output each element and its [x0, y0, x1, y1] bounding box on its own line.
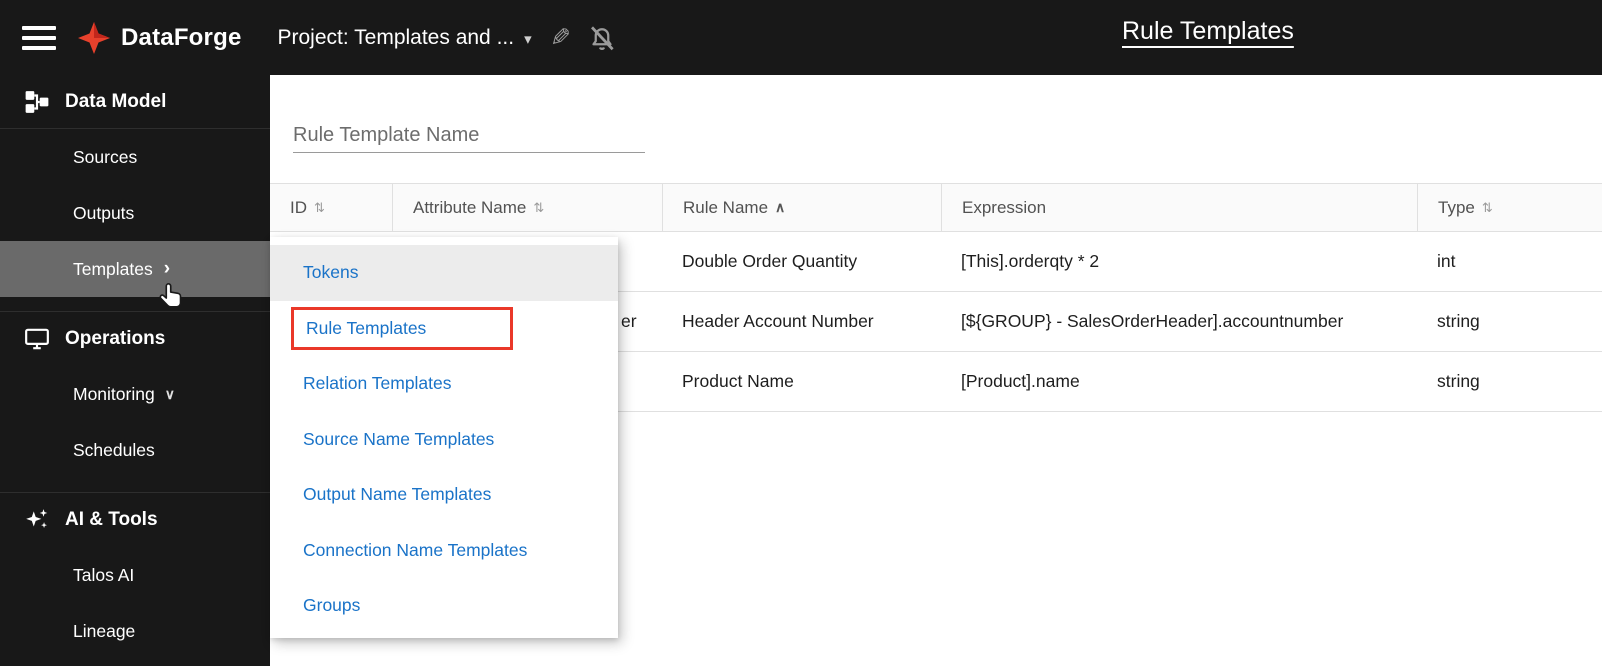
- cell-rule-name: Double Order Quantity: [682, 251, 858, 271]
- menu-item-groups[interactable]: Groups: [270, 578, 618, 634]
- sort-icon: ⇅: [533, 199, 545, 215]
- sidebar-item-sources[interactable]: Sources: [0, 129, 270, 185]
- monitor-icon: [25, 328, 49, 350]
- sidebar-item-label: AI & Tools: [65, 509, 158, 530]
- chevron-right-icon: ›: [163, 258, 171, 279]
- column-header-id[interactable]: ID ⇅: [270, 184, 392, 231]
- cell-rule-name: Header Account Number: [682, 311, 874, 331]
- sidebar-item-operations[interactable]: Operations: [0, 312, 270, 366]
- data-model-icon: [25, 90, 49, 113]
- sparkles-icon: [26, 509, 48, 529]
- sidebar-item-label: Schedules: [73, 439, 155, 460]
- edit-project-icon[interactable]: ✎: [550, 23, 571, 53]
- menu-item-relation-templates[interactable]: Relation Templates: [270, 356, 618, 412]
- project-label: Project: Templates and ...: [277, 25, 515, 49]
- sidebar-item-label: Monitoring: [73, 383, 155, 404]
- sidebar-item-label: Templates: [73, 258, 153, 279]
- sidebar-item-templates[interactable]: Templates ›: [0, 241, 270, 297]
- sidebar-item-label: Talos AI: [73, 564, 135, 585]
- notifications-off-icon[interactable]: [587, 23, 617, 53]
- cell-type: string: [1437, 371, 1480, 391]
- sort-icon: ⇅: [1481, 199, 1493, 215]
- sidebar-item-talos-ai[interactable]: Talos AI: [0, 547, 270, 603]
- chevron-down-icon: ▾: [524, 31, 532, 48]
- cell-rule-name: Product Name: [682, 371, 794, 391]
- menu-item-output-name-templates[interactable]: Output Name Templates: [270, 467, 618, 523]
- sidebar-item-label: Operations: [65, 328, 166, 349]
- sidebar-item-data-model[interactable]: Data Model: [0, 75, 270, 129]
- sidebar-item-outputs[interactable]: Outputs: [0, 185, 270, 241]
- sidebar-item-label: Data Model: [65, 90, 167, 112]
- menu-item-tokens[interactable]: Tokens: [270, 245, 618, 301]
- sidebar-item-lineage[interactable]: Lineage: [0, 603, 270, 659]
- sort-icon: ⇅: [314, 199, 325, 215]
- sidebar-item-label: Sources: [73, 146, 138, 167]
- templates-flyout-menu: Tokens Rule Templates Relation Templates…: [270, 237, 618, 638]
- column-header-expression[interactable]: Expression: [941, 184, 1417, 231]
- sidebar-item-label: Lineage: [73, 620, 136, 641]
- sidebar-item-schedules[interactable]: Schedules: [0, 422, 270, 478]
- table-header-row: ID ⇅ Attribute Name ⇅ Rule Name ∧ Expres…: [270, 183, 1602, 232]
- cell-expression: [${GROUP} - SalesOrderHeader].accountnum…: [961, 311, 1344, 331]
- sidebar-item-ai-tools[interactable]: AI & Tools: [0, 493, 270, 547]
- page-title: Rule Templates: [1122, 17, 1294, 45]
- sidebar-section-ai-tools: AI & Tools Talos AI Lineage: [0, 492, 270, 659]
- cell-expression: [Product].name: [961, 371, 1080, 391]
- sidebar-item-monitoring[interactable]: Monitoring ∨: [0, 366, 270, 422]
- brand: DataForge: [76, 20, 242, 56]
- cell-expression: [This].orderqty * 2: [961, 251, 1100, 271]
- column-header-rule-name[interactable]: Rule Name ∧: [662, 184, 941, 231]
- sidebar-section-operations: Operations Monitoring ∨ Schedules: [0, 311, 270, 478]
- rule-template-name-input[interactable]: [293, 119, 645, 153]
- chevron-down-icon: ∨: [164, 385, 175, 402]
- sidebar-section-data-model: Data Model Sources Outputs Templates ›: [0, 75, 270, 297]
- dataforge-logo-icon: [78, 21, 110, 54]
- annotation-highlight-box: Rule Templates: [291, 306, 514, 350]
- project-selector[interactable]: Project: Templates and ... ▾: [278, 26, 532, 50]
- sidebar-item-label: Outputs: [73, 202, 135, 223]
- cell-type: string: [1437, 311, 1480, 331]
- topbar: DataForge Project: Templates and ... ▾ ✎…: [0, 0, 1602, 75]
- sidebar: Data Model Sources Outputs Templates › O…: [0, 75, 270, 666]
- brand-name: DataForge: [121, 23, 242, 51]
- cell-type: int: [1437, 251, 1456, 271]
- column-header-attribute-name[interactable]: Attribute Name ⇅: [392, 184, 662, 231]
- column-header-type[interactable]: Type ⇅: [1417, 184, 1602, 231]
- menu-item-source-name-templates[interactable]: Source Name Templates: [270, 412, 618, 468]
- sort-asc-icon: ∧: [775, 199, 786, 215]
- menu-item-connection-name-templates[interactable]: Connection Name Templates: [270, 523, 618, 579]
- menu-icon[interactable]: [22, 25, 56, 50]
- menu-item-rule-templates[interactable]: Rule Templates: [270, 301, 618, 357]
